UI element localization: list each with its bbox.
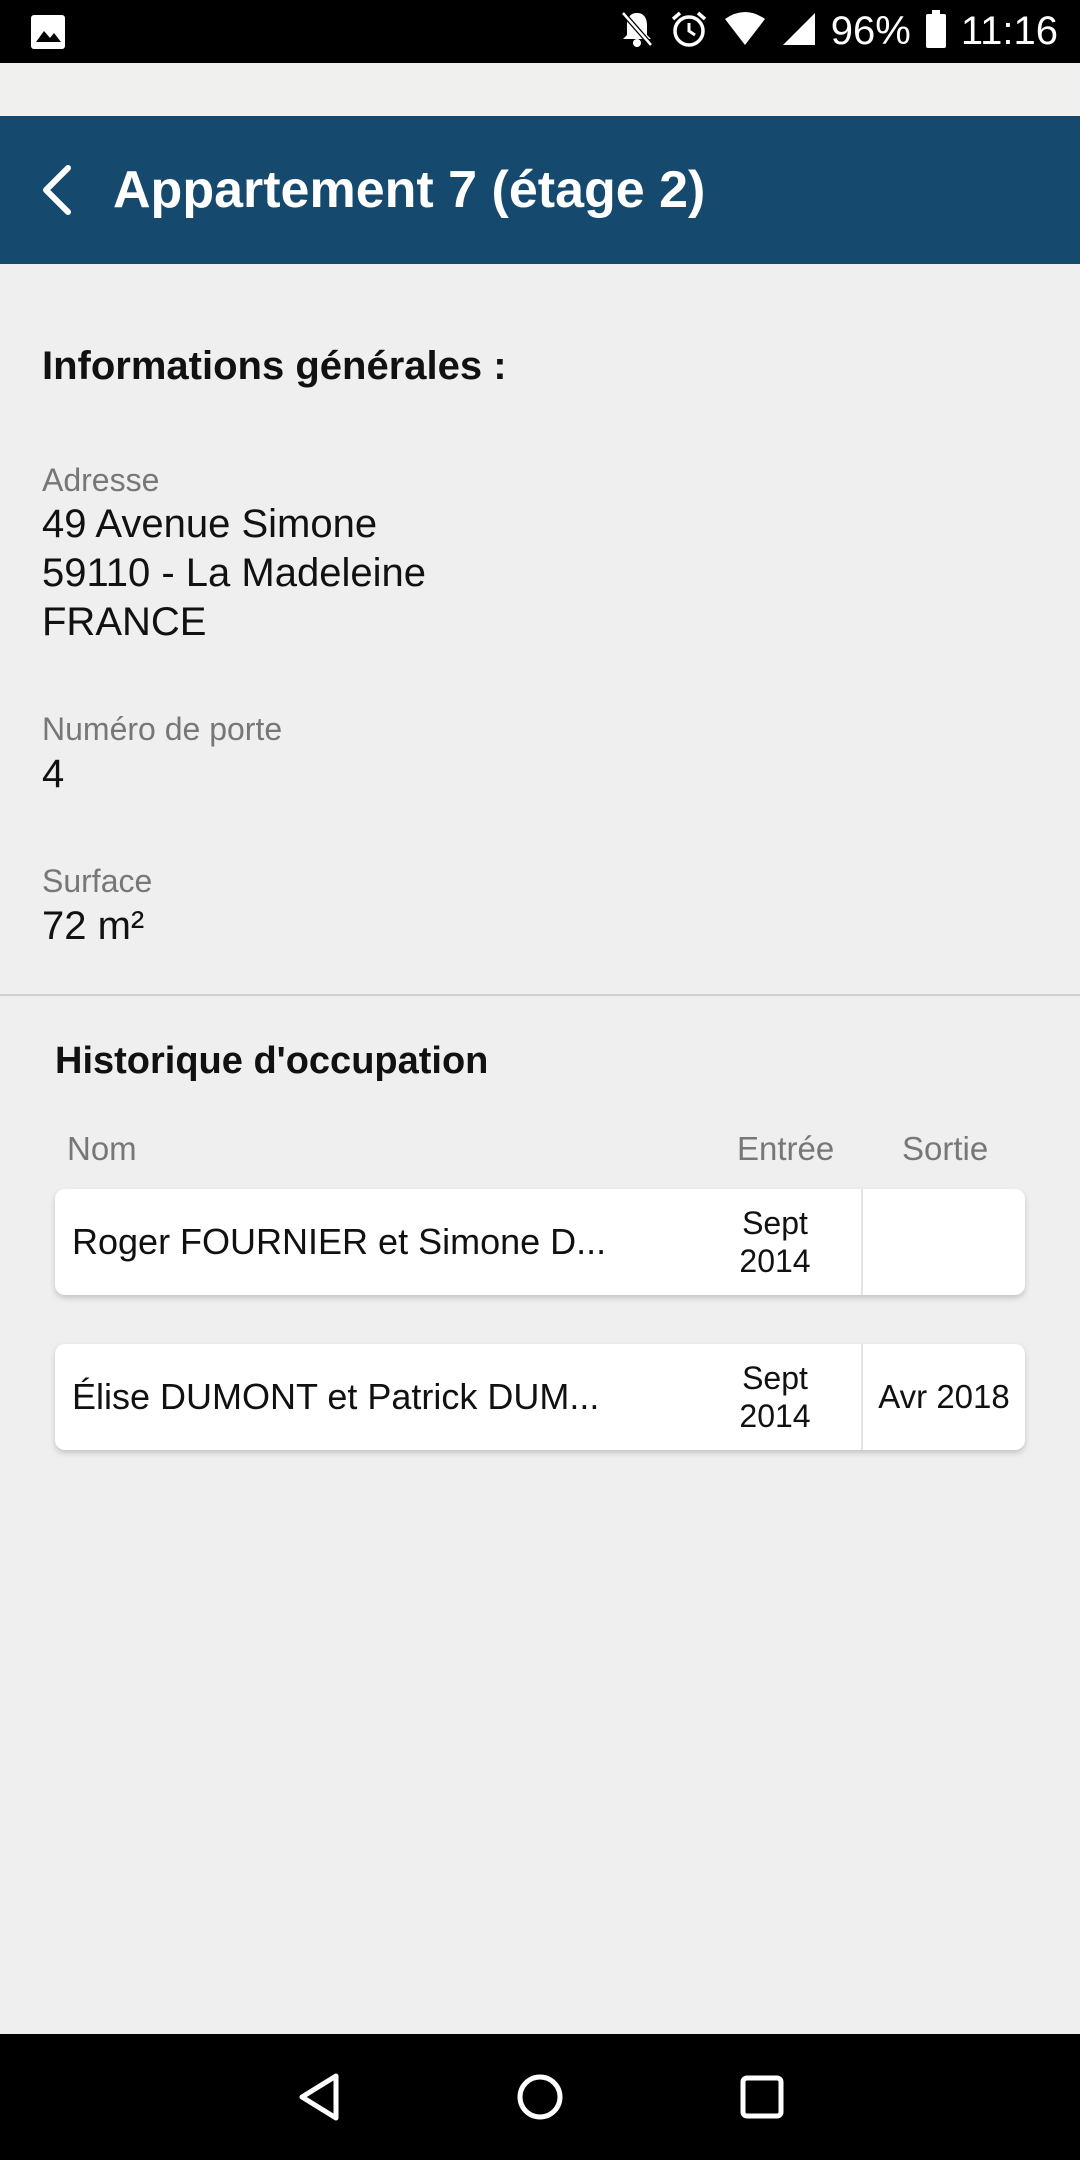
entry-date: Sept 2014 [715,1189,835,1295]
alarm-icon [669,9,709,54]
door-number-value: 4 [42,752,65,796]
door-number-label: Numéro de porte [42,711,283,747]
occupant-name: Élise DUMONT et Patrick DUM... [72,1376,600,1417]
section-divider [0,994,1080,996]
chevron-left-icon [43,165,71,215]
column-header-name: Nom [67,1130,137,1167]
bell-off-icon [619,9,655,54]
system-nav-bar [0,2034,1080,2160]
exit-date: Avr 2018 [878,1378,1010,1415]
occupation-heading: Historique d'occupation [55,1040,489,1082]
address-label: Adresse [42,462,160,498]
top-strip [0,63,1080,116]
column-header-entry: Entrée [737,1130,835,1167]
entry-month: Sept [742,1360,808,1396]
occupation-row[interactable]: Élise DUMONT et Patrick DUM... Sept 2014… [55,1344,1025,1450]
wifi-icon [723,11,767,52]
clock: 11:16 [960,9,1058,53]
image-icon [30,14,66,55]
occupant-name: Roger FOURNIER et Simone D... [72,1221,607,1262]
back-triangle-icon[interactable] [280,2057,360,2137]
occupation-row[interactable]: Roger FOURNIER et Simone D... Sept 2014 [55,1189,1025,1295]
battery-icon [925,9,947,54]
column-header-exit: Sortie [902,1130,989,1167]
address-line-1: 49 Avenue Simone [42,502,378,546]
status-bar: 96% 11:16 [0,0,1080,63]
entry-year: 2014 [739,1398,811,1434]
entry-year: 2014 [739,1243,811,1279]
recents-square-icon[interactable] [722,2057,802,2137]
back-button[interactable] [20,152,96,228]
entry-date: Sept 2014 [715,1344,835,1450]
general-info-heading: Informations générales : [42,344,507,388]
entry-month: Sept [742,1205,808,1241]
battery-percentage: 96% [830,9,911,53]
page-title: Appartement 7 (étage 2) [113,161,706,219]
home-circle-icon[interactable] [500,2057,580,2137]
exit-date [863,1189,1025,1295]
address-line-3: FRANCE [42,600,207,644]
signal-icon [781,11,817,52]
address-line-2: 59110 - La Madeleine [42,551,426,595]
app-bar: Appartement 7 (étage 2) [0,116,1080,264]
surface-label: Surface [42,863,153,899]
surface-value: 72 m² [42,904,145,948]
